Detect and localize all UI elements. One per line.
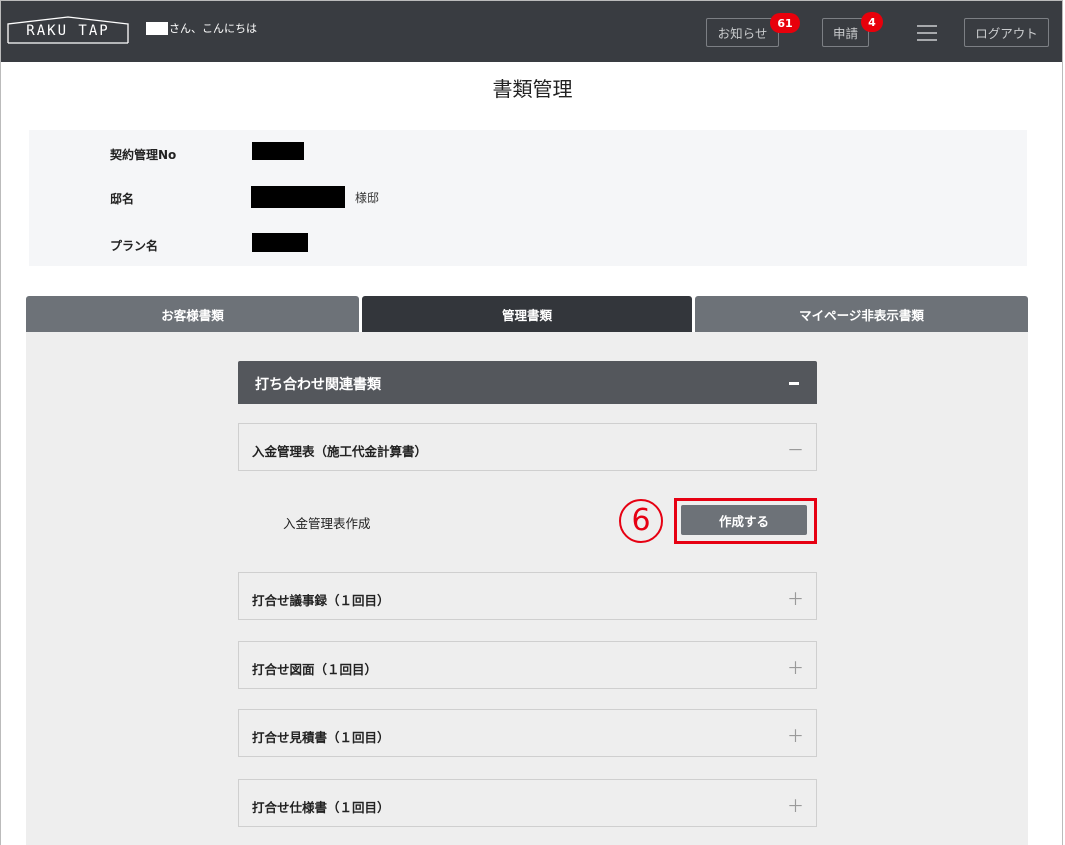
app-window: RAKU TAP さん、こんにちは お知らせ 61 申請 4 ログアウト 書類管… — [0, 0, 1063, 845]
meeting-documents-section-header[interactable]: 打ち合わせ関連書類 — [238, 361, 817, 404]
contract-info-panel: 契約管理No 邸名 様邸 プラン名 — [29, 130, 1027, 266]
payment-table-create-label: 入金管理表作成 — [283, 516, 371, 531]
plan-name-redacted — [252, 233, 308, 252]
contract-no-row: 契約管理No — [29, 142, 1027, 164]
logout-label: ログアウト — [975, 26, 1038, 41]
logo-text: RAKU TAP — [26, 23, 110, 39]
contract-no-label: 契約管理No — [110, 148, 177, 162]
expand-plus-icon[interactable]: ＋ — [787, 654, 804, 679]
plan-name-row: プラン名 — [29, 233, 1027, 255]
house-name-suffix: 様邸 — [355, 191, 380, 205]
tab-customer-documents-label: お客様書類 — [161, 307, 224, 323]
accordion-item-minutes[interactable]: 打合せ議事録（１回目） ＋ — [238, 572, 817, 620]
accordion-item-label: 打合せ議事録（１回目） — [252, 593, 390, 608]
request-count-badge: 4 — [861, 12, 883, 32]
create-button[interactable]: 作成する — [681, 505, 807, 535]
step-number-annotation: 6 — [619, 499, 663, 543]
greeting-text: さん、こんにちは — [169, 22, 257, 35]
notice-count: 61 — [777, 16, 793, 30]
tab-hidden-documents-label: マイページ非表示書類 — [799, 307, 924, 323]
page-title: 書類管理 — [492, 77, 573, 101]
request-count: 4 — [868, 15, 876, 29]
request-label: 申請 — [832, 26, 858, 41]
greeting: さん、こんにちは — [146, 21, 257, 35]
contract-no-redacted — [252, 142, 304, 160]
collapse-icon[interactable] — [789, 382, 799, 385]
create-button-label: 作成する — [718, 513, 769, 529]
top-bar: RAKU TAP さん、こんにちは お知らせ 61 申請 4 ログアウト — [1, 1, 1062, 62]
user-name-redacted — [146, 21, 168, 35]
logout-button[interactable]: ログアウト — [964, 18, 1049, 47]
accordion-item-label: 打合せ見積書（１回目） — [252, 730, 390, 745]
notice-label: お知らせ — [717, 26, 768, 41]
menu-hamburger-icon[interactable] — [917, 25, 937, 41]
plan-name-label: プラン名 — [110, 239, 159, 253]
tab-customer-documents[interactable]: お客様書類 — [26, 296, 359, 332]
expand-plus-icon[interactable]: ＋ — [787, 722, 804, 747]
tab-management-documents-label: 管理書類 — [501, 307, 552, 323]
house-name-row: 邸名 様邸 — [29, 186, 1027, 208]
accordion-item-estimate[interactable]: 打合せ見積書（１回目） ＋ — [238, 709, 817, 757]
tab-management-documents[interactable]: 管理書類 — [362, 296, 692, 332]
expand-plus-icon[interactable]: ＋ — [787, 792, 804, 817]
house-name-redacted — [251, 186, 345, 208]
accordion-item-drawings[interactable]: 打合せ図面（１回目） ＋ — [238, 641, 817, 689]
section-title: 打ち合わせ関連書類 — [255, 377, 381, 393]
tab-hidden-documents[interactable]: マイページ非表示書類 — [695, 296, 1028, 332]
accordion-item-label: 打合せ図面（１回目） — [252, 662, 378, 677]
house-name-label: 邸名 — [110, 192, 135, 206]
accordion-item-label: 入金管理表（施工代金計算書） — [252, 444, 428, 459]
expand-plus-icon[interactable]: ＋ — [787, 585, 804, 610]
accordion-item-payment-table[interactable]: 入金管理表（施工代金計算書） － — [238, 423, 817, 471]
accordion-item-label: 打合せ仕様書（１回目） — [252, 800, 390, 815]
notice-button[interactable]: お知らせ — [706, 18, 779, 47]
accordion-item-specification[interactable]: 打合せ仕様書（１回目） ＋ — [238, 779, 817, 827]
step-number: 6 — [631, 503, 651, 538]
collapse-minus-icon[interactable]: － — [787, 436, 804, 461]
raku-tap-logo[interactable]: RAKU TAP — [7, 16, 129, 44]
notice-count-badge: 61 — [770, 13, 800, 33]
